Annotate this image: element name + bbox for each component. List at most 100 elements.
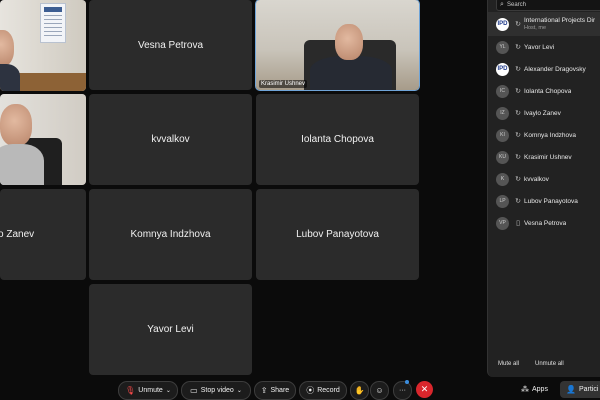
phone-icon: ▯ [516, 220, 520, 227]
avatar: IPD [496, 17, 509, 31]
participant-name: Yavor Levi [524, 44, 554, 51]
participant-row[interactable]: IPD ↻ Alexander Dragovsky [488, 58, 600, 80]
more-options-button[interactable]: ··· [393, 381, 412, 400]
participant-name: Iolanta Chopova [524, 88, 571, 95]
avatar: IC [496, 84, 509, 98]
more-label: ··· [399, 387, 406, 394]
chevron-down-icon: ⌄ [165, 388, 171, 394]
participant-row[interactable]: KI ↻ Komnya Indzhova [488, 124, 600, 146]
participant-name-text: Lubov Panayotova [524, 197, 578, 205]
participant-name: Vesna Petrova [524, 220, 566, 227]
participant-name: Yavor Levi [147, 324, 194, 335]
participant-name: kvvalkov [151, 134, 190, 145]
audio-connecting-icon: ↻ [515, 176, 521, 183]
participant-name-text: Komnya Indzhova [524, 131, 577, 139]
participant-search[interactable]: ⌕ Search [496, 0, 600, 11]
apps-icon: ⁂ [521, 385, 529, 394]
participant-name: Iolanta Chopova [301, 134, 374, 145]
participant-name: International Projects Dir Host, me [524, 17, 595, 31]
reactions-button[interactable]: ☺ [370, 381, 389, 400]
participants-button[interactable]: 👤 Partici [560, 381, 600, 398]
participant-row[interactable]: VP ▯ Vesna Petrova [488, 212, 600, 234]
video-camera-icon: ▭ [190, 386, 198, 395]
record-button[interactable]: ⦿ Record [299, 381, 347, 400]
participant-tile-vesna-petrova[interactable]: Vesna Petrova [89, 0, 252, 90]
participant-body-image [0, 144, 44, 185]
participant-name-text: Yavor Levi [524, 43, 555, 51]
audio-connecting-icon: ↻ [515, 88, 521, 95]
avatar: K [496, 172, 509, 186]
wall-calendar-image [40, 3, 66, 43]
apps-button[interactable]: ⁂ Apps [521, 381, 548, 398]
participant-name: kvvalkov [524, 176, 549, 183]
participant-row[interactable]: LP ↻ Lubov Panayotova [488, 190, 600, 212]
audio-connecting-icon: ↻ [515, 154, 521, 161]
video-tile-krasimir-ushnev[interactable]: Krasimir Ushnev [255, 0, 420, 91]
share-label: Share [270, 387, 290, 394]
participant-row[interactable]: KU ↻ Krasimir Ushnev [488, 146, 600, 168]
audio-connecting-icon: ↻ [515, 66, 521, 73]
participant-body-image [0, 64, 20, 91]
participant-tile-yavor-levi[interactable]: Yavor Levi [89, 284, 252, 375]
participant-tile-zanev[interactable]: o Zanev [0, 189, 86, 280]
participant-name-text: Iolanta Chopova [524, 87, 572, 95]
leave-meeting-button[interactable]: ✕ [416, 381, 433, 398]
participant-name: Krasimir Ushnev [524, 154, 572, 161]
participant-name-text: Vesna Petrova [524, 219, 567, 227]
audio-connecting-icon: ↻ [515, 21, 521, 28]
search-placeholder: Search [507, 1, 527, 8]
avatar: LP [496, 194, 509, 208]
participant-name: Lubov Panayotova [296, 229, 379, 240]
participant-name: Lubov Panayotova [524, 198, 578, 205]
participant-row[interactable]: IC ↻ Iolanta Chopova [488, 80, 600, 102]
participant-row[interactable]: K ↻ kvvalkov [488, 168, 600, 190]
participant-name-text: kvvalkov [524, 175, 549, 183]
avatar: KI [496, 128, 509, 142]
participant-name: Alexander Dragovsky [524, 66, 586, 73]
chevron-down-icon: ⌄ [236, 388, 242, 394]
share-button[interactable]: ⇪ Share [254, 381, 296, 400]
participant-name-text: Krasimir Ushnev [524, 153, 572, 161]
audio-connecting-icon: ↻ [515, 110, 521, 117]
participant-face-image [0, 104, 32, 146]
stop-video-label: Stop video [200, 387, 234, 394]
record-icon: ⦿ [306, 386, 315, 395]
participant-tile-iolanta-chopova[interactable]: Iolanta Chopova [256, 94, 419, 185]
mute-all-button[interactable]: Mute all [498, 361, 519, 367]
avatar: IPD [496, 62, 509, 76]
avatar: YL [496, 40, 509, 54]
participant-head-image [335, 24, 363, 60]
raise-hand-button[interactable]: ✋ [350, 381, 369, 400]
participant-tile-kvvalkov[interactable]: kvvalkov [89, 94, 252, 185]
participant-row[interactable]: IZ ↻ Ivaylo Zanev [488, 102, 600, 124]
record-label: Record [317, 387, 340, 394]
participant-tile-komnya-indzhova[interactable]: Komnya Indzhova [89, 189, 252, 280]
close-icon: ✕ [420, 384, 429, 394]
unmute-all-button[interactable]: Unmute all [535, 361, 564, 367]
person-icon: 👤 [566, 385, 576, 394]
stop-video-button[interactable]: ▭ Stop video ⌄ [181, 381, 251, 400]
avatar: VP [496, 216, 509, 230]
avatar: IZ [496, 106, 509, 120]
mic-muted-icon: 🎙 [125, 386, 136, 395]
video-tile-left-middle[interactable] [0, 94, 86, 185]
participant-role: Host, me [524, 25, 547, 31]
avatar: KU [496, 150, 509, 164]
video-name-caption: Krasimir Ushnev [259, 80, 308, 88]
video-tile-left-top[interactable] [0, 0, 86, 91]
participant-body-image [310, 56, 392, 90]
unmute-button[interactable]: 🎙 Unmute ⌄ [118, 381, 178, 400]
participant-name: Komnya Indzhova [130, 229, 211, 240]
participant-row[interactable]: IPD ↻ International Projects Dir Host, me [488, 12, 600, 36]
hand-icon: ✋ [354, 386, 365, 395]
audio-connecting-icon: ↻ [515, 44, 521, 51]
participant-tile-lubov-panayotova[interactable]: Lubov Panayotova [256, 189, 419, 280]
audio-connecting-icon: ↻ [515, 198, 521, 205]
unmute-label: Unmute [138, 387, 163, 394]
participant-row[interactable]: YL ↻ Yavor Levi [488, 36, 600, 58]
participant-name-text: Alexander Dragovsky [524, 65, 586, 73]
participant-name: Komnya Indzhova [524, 132, 576, 139]
participant-name: Ivaylo Zanev [524, 110, 561, 117]
search-icon: ⌕ [500, 0, 504, 8]
apps-label: Apps [532, 386, 548, 393]
